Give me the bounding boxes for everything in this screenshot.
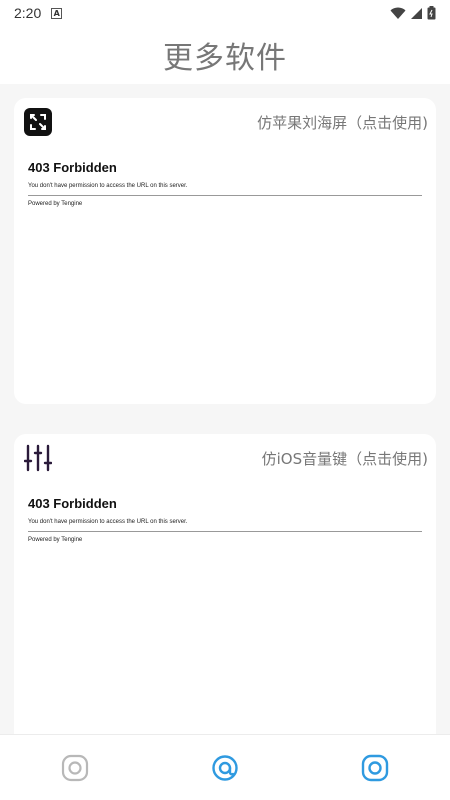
status-bar: 2:20 A: [0, 0, 450, 26]
fullscreen-expand-icon: [24, 108, 52, 136]
signal-icon: [411, 7, 422, 19]
status-icons: [390, 6, 436, 20]
status-time: 2:20: [14, 5, 42, 21]
divider: [28, 531, 422, 532]
error-title: 403 Forbidden: [28, 160, 117, 175]
nav-tab-1-circle-target-icon[interactable]: [61, 754, 89, 782]
error-message: You don't have permission to access the …: [28, 183, 188, 189]
battery-icon: [427, 6, 436, 20]
nav-tab-3-circle-target-icon[interactable]: [361, 754, 389, 782]
divider: [28, 195, 422, 196]
error-message: You don't have permission to access the …: [28, 519, 188, 525]
page-title: 更多软件: [163, 41, 287, 76]
notification-a-icon: A: [51, 7, 63, 19]
card-title[interactable]: 仿苹果刘海屏（点击使用): [257, 112, 428, 133]
powered-by: Powered by Tengine: [28, 201, 83, 207]
equalizer-sliders-icon: [24, 444, 52, 472]
card-title[interactable]: 仿iOS音量键（点击使用): [262, 448, 428, 469]
wifi-icon: [390, 7, 406, 19]
software-list[interactable]: 仿苹果刘海屏（点击使用) 403 Forbidden You don't hav…: [0, 84, 450, 734]
bottom-nav: [0, 734, 450, 800]
app-header: 更多软件: [0, 26, 450, 84]
error-title: 403 Forbidden: [28, 496, 117, 511]
software-card-volume[interactable]: 仿iOS音量键（点击使用) 403 Forbidden You don't ha…: [14, 434, 436, 734]
card-webview: 403 Forbidden You don't have permission …: [28, 496, 422, 543]
powered-by: Powered by Tengine: [28, 537, 83, 543]
card-webview: 403 Forbidden You don't have permission …: [28, 160, 422, 207]
nav-tab-2-at-circle-icon[interactable]: [211, 754, 239, 782]
software-card-notch[interactable]: 仿苹果刘海屏（点击使用) 403 Forbidden You don't hav…: [14, 98, 436, 404]
